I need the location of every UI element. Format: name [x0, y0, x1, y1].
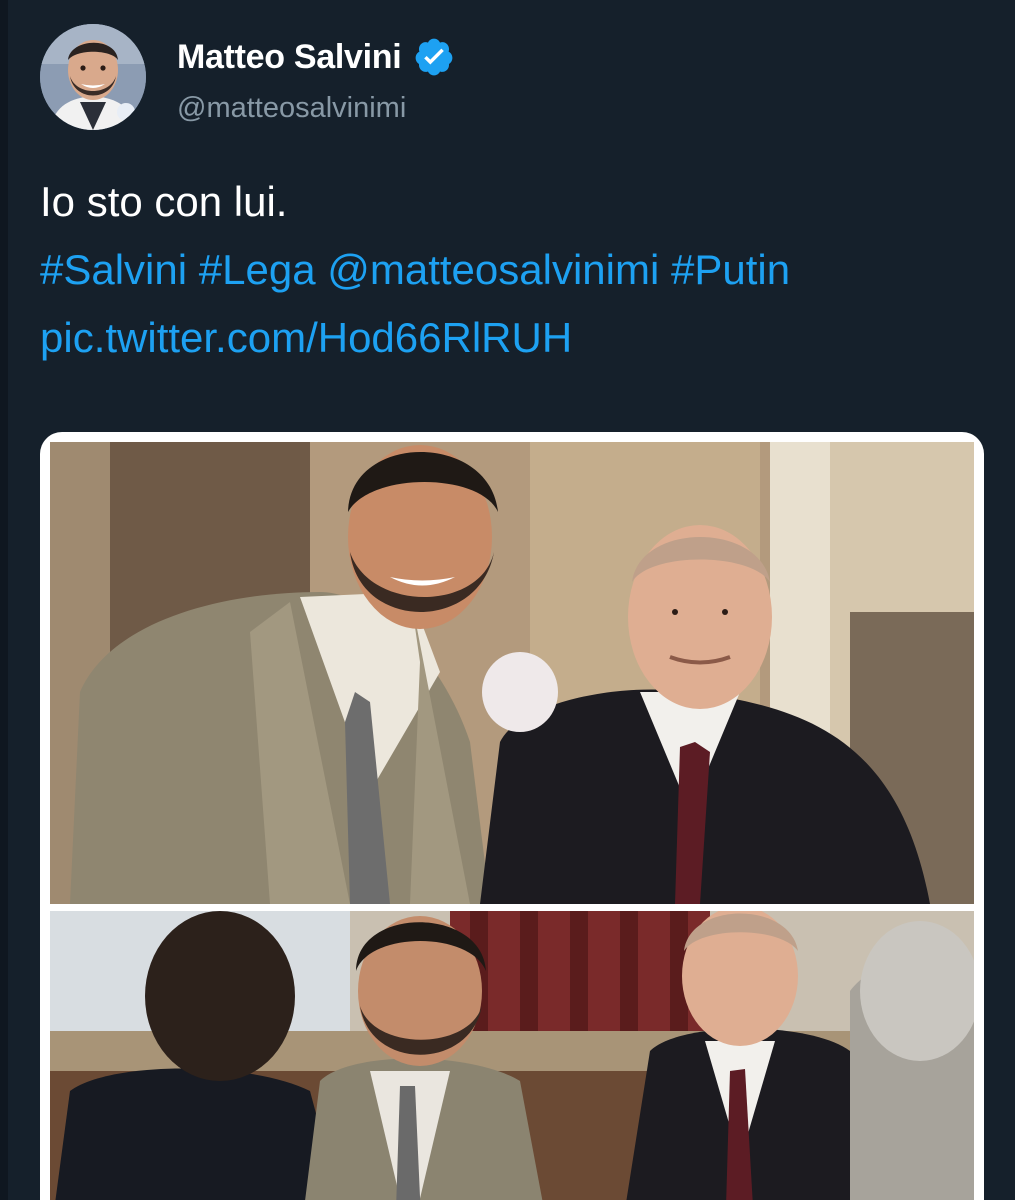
hashtag-lega-link[interactable]: #Lega — [199, 246, 316, 293]
tweet-hashtag-line: #Salvini #Lega @matteosalvinimi #Putin — [40, 236, 990, 304]
tweet-text-line: Io sto con lui. — [40, 178, 288, 225]
left-edge-strip — [0, 0, 8, 1200]
photo-men-at-table[interactable] — [50, 911, 974, 1200]
hashtag-putin-link[interactable]: #Putin — [671, 246, 790, 293]
tweet-text: Io sto con lui. #Salvini #Lega @matteosa… — [40, 168, 990, 372]
display-name[interactable]: Matteo Salvini — [177, 38, 402, 77]
author-handle[interactable]: @matteosalvinimi — [177, 92, 406, 125]
pic-twitter-link[interactable]: pic.twitter.com/Hod66RlRUH — [40, 304, 990, 372]
mention-matteosalvinimi-link[interactable]: @matteosalvinimi — [327, 246, 659, 293]
verified-badge-icon — [413, 36, 455, 78]
author-name-row: Matteo Salvini — [177, 36, 455, 78]
tweet-media[interactable] — [40, 432, 984, 1200]
tweet-header: Matteo Salvini @matteosalvinimi — [40, 24, 740, 134]
avatar[interactable] — [40, 24, 146, 130]
avatar-image — [40, 24, 146, 130]
tweet-card: Matteo Salvini @matteosalvinimi Io sto c… — [0, 0, 1015, 1200]
hashtag-salvini-link[interactable]: #Salvini — [40, 246, 187, 293]
photo-two-men-standing[interactable] — [50, 442, 974, 904]
